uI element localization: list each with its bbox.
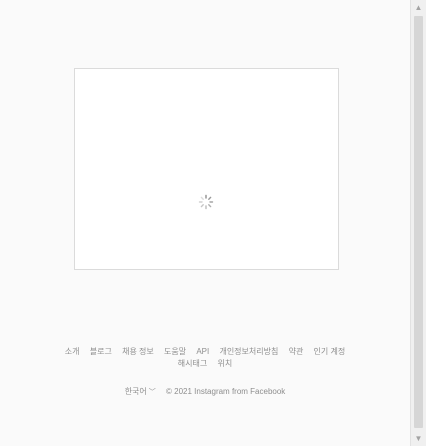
vertical-scrollbar[interactable]: ▲ ▼	[410, 0, 426, 446]
language-label: 한국어	[124, 387, 147, 396]
footer-links: 소개 블로그 채용 정보 도움말 API 개인정보처리방침 약관 인기 계정 해…	[22, 346, 388, 370]
footer-link-help[interactable]: 도움말	[164, 346, 186, 358]
language-selector[interactable]: 한국어 ﹀	[125, 386, 156, 399]
scroll-up-arrow-icon[interactable]: ▲	[414, 3, 423, 12]
chevron-down-icon: ﹀	[148, 389, 156, 396]
footer-link-hashtags[interactable]: 해시태그	[178, 358, 207, 370]
footer-link-about[interactable]: 소개	[65, 346, 80, 358]
footer-bottom: 한국어 ﹀ © 2021 Instagram from Facebook	[60, 386, 350, 399]
content-panel	[74, 68, 339, 270]
footer-link-privacy[interactable]: 개인정보처리방침	[219, 346, 278, 358]
page-root: 소개 블로그 채용 정보 도움말 API 개인정보처리방침 약관 인기 계정 해…	[0, 0, 410, 446]
footer-link-top-accounts[interactable]: 인기 계정	[314, 346, 346, 358]
footer-link-terms[interactable]: 약관	[289, 346, 304, 358]
footer-link-locations[interactable]: 위치	[217, 358, 232, 370]
footer-link-blog[interactable]: 블로그	[90, 346, 112, 358]
loading-spinner-icon	[198, 194, 214, 210]
scroll-down-arrow-icon[interactable]: ▼	[414, 434, 423, 443]
footer-link-api[interactable]: API	[196, 346, 209, 358]
footer-link-jobs[interactable]: 채용 정보	[122, 346, 154, 358]
copyright-text: © 2021 Instagram from Facebook	[166, 387, 286, 396]
scroll-thumb[interactable]	[414, 16, 423, 428]
